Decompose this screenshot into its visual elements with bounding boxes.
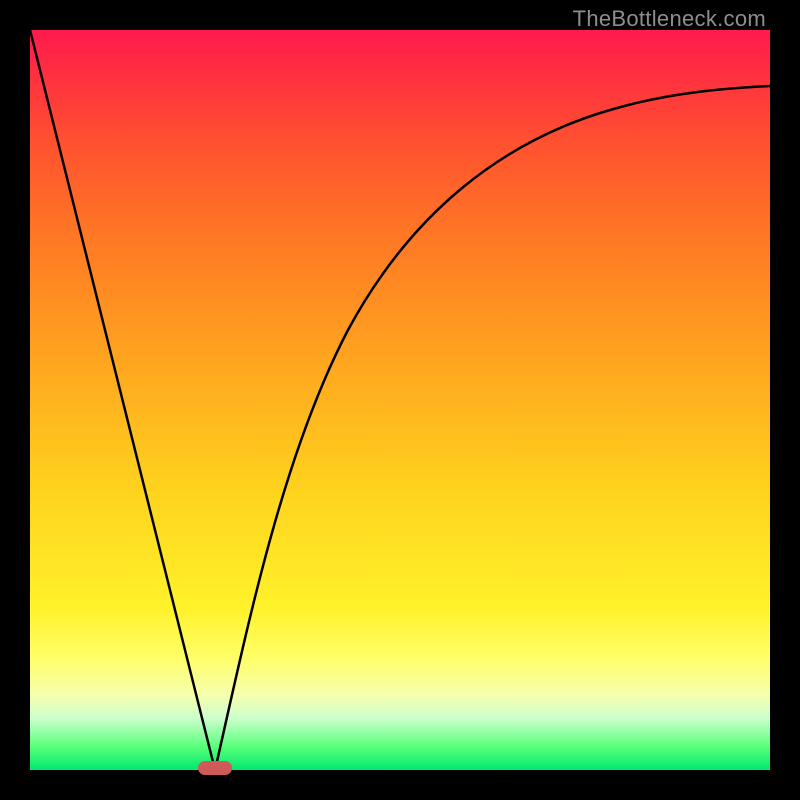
plot-area bbox=[30, 30, 770, 770]
chart-frame: TheBottleneck.com bbox=[0, 0, 800, 800]
bottleneck-curve bbox=[30, 30, 770, 770]
curve-left-descent bbox=[30, 30, 215, 770]
curve-right-ascent bbox=[215, 86, 770, 770]
watermark-text: TheBottleneck.com bbox=[573, 6, 766, 32]
minimum-marker bbox=[198, 761, 232, 775]
